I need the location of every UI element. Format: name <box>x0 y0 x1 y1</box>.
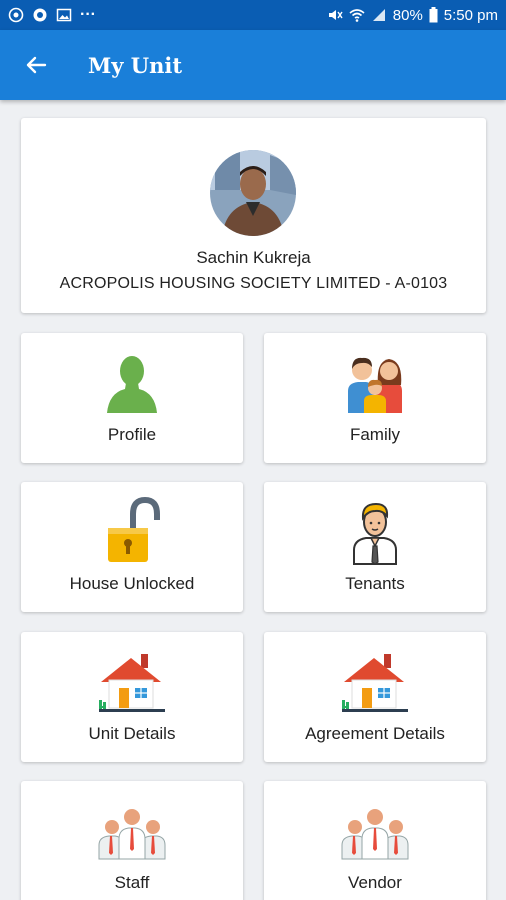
whatsapp-icon <box>8 7 24 23</box>
padlock-open-icon <box>108 496 160 562</box>
back-button[interactable] <box>18 47 54 83</box>
unit-profile-card: Sachin Kukreja ACROPOLIS HOUSING SOCIETY… <box>21 118 486 313</box>
family-icon <box>348 357 402 413</box>
unit-details-tile[interactable]: Unit Details <box>21 632 243 762</box>
society-unit-label: ACROPOLIS HOUSING SOCIETY LIMITED - A-01… <box>59 275 448 292</box>
tile-label: Unit Details <box>88 724 176 743</box>
tile-label: Staff <box>114 873 150 892</box>
app-bar: My Unit <box>0 30 506 100</box>
house-unlocked-tile[interactable]: House Unlocked <box>21 482 243 612</box>
avatar[interactable] <box>210 150 296 236</box>
staff-group-icon <box>98 809 166 860</box>
resident-name: Sachin Kukreja <box>196 248 311 267</box>
page-title: My Unit <box>88 52 183 78</box>
profile-tile[interactable]: Profile <box>21 333 243 463</box>
vendor-tile[interactable]: Vendor <box>264 781 486 900</box>
tile-label: Vendor <box>348 873 402 892</box>
wifi-icon <box>349 9 365 22</box>
more-notifications-dots: ··· <box>80 6 96 23</box>
house-icon <box>99 654 165 712</box>
status-bar-left: ··· <box>8 6 96 24</box>
person-icon <box>107 356 157 413</box>
image-icon <box>56 8 72 22</box>
tile-label: Family <box>349 425 401 444</box>
staff-tile[interactable]: Staff <box>21 781 243 900</box>
status-bar-right: 80% 5:50 pm <box>327 7 498 24</box>
arrow-left-icon <box>26 56 47 74</box>
tile-label: Agreement Details <box>305 724 445 743</box>
status-bar: ··· 80% 5:50 pm <box>0 0 506 30</box>
tile-label: Profile <box>107 425 157 444</box>
clock: 5:50 pm <box>443 6 498 24</box>
vendor-group-icon <box>341 809 409 860</box>
family-tile[interactable]: Family <box>264 333 486 463</box>
mute-icon <box>328 10 343 20</box>
signal-icon <box>372 9 385 21</box>
tenant-icon <box>353 502 397 565</box>
tile-label: House Unlocked <box>69 574 195 593</box>
tenants-tile[interactable]: Tenants <box>264 482 486 612</box>
tile-label: Tenants <box>345 574 405 593</box>
avatar-photo <box>210 150 296 236</box>
battery-icon <box>429 7 438 23</box>
battery-percent: 80% <box>392 6 423 24</box>
chat-icon <box>33 8 47 22</box>
house-icon <box>342 654 408 712</box>
agreement-details-tile[interactable]: Agreement Details <box>264 632 486 762</box>
